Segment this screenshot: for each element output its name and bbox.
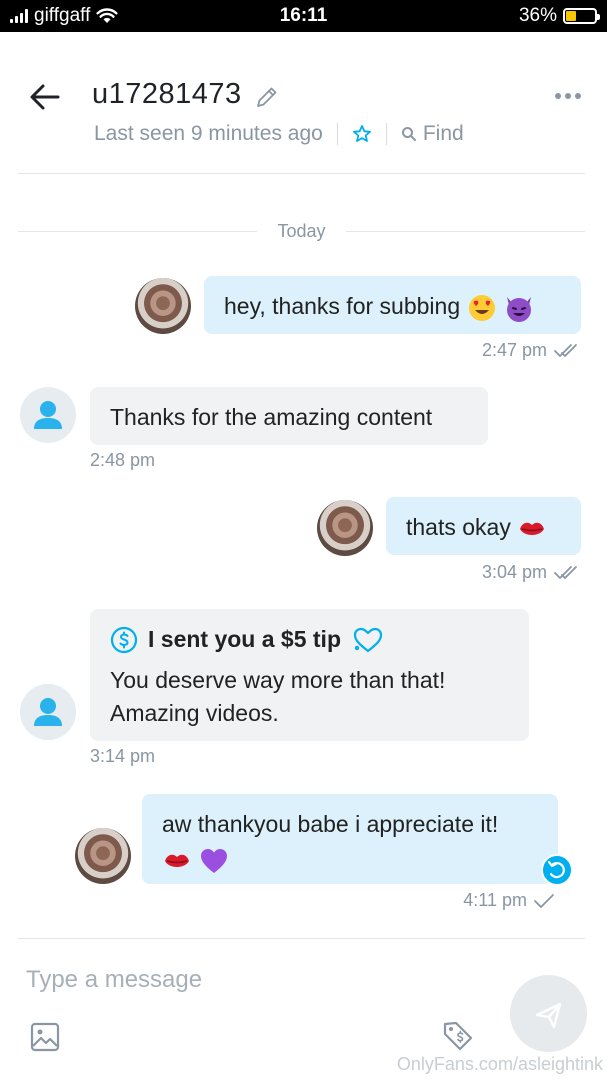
message-time: 3:04 pm [481, 562, 547, 582]
message-meta: 4:11 pm [463, 890, 555, 911]
find-label: Find [422, 122, 464, 145]
message-bubble-outgoing: thats okay [386, 497, 581, 555]
message-meta: 2:47 pm [482, 340, 581, 361]
avatar[interactable] [317, 500, 373, 556]
double-check-icon [554, 565, 577, 579]
double-check-icon [554, 343, 577, 357]
heart-eyes-emoji-icon [468, 294, 495, 321]
chat-username: u17281473 [92, 78, 242, 110]
devil-emoji-icon [506, 296, 531, 322]
emoji-row [162, 843, 538, 876]
default-user-icon [34, 698, 62, 726]
day-separator-label: Today [277, 220, 326, 241]
undo-button[interactable] [541, 854, 573, 886]
battery-percent: 36% [518, 5, 557, 26]
message-bubble-tip: I sent you a $5 tip You deserve way more… [90, 609, 529, 741]
heart-icon [353, 627, 383, 652]
status-bar: giffgaff 16:11 36% [0, 0, 607, 32]
last-seen-status: Last seen 9 minutes ago [94, 122, 323, 145]
kiss-lips-emoji-icon [165, 854, 189, 867]
find-button[interactable]: Find [401, 122, 464, 146]
message-meta: 2:48 pm [90, 450, 155, 471]
send-button[interactable] [510, 975, 587, 1052]
more-dots-icon[interactable] [553, 86, 583, 106]
dollar-icon [110, 626, 138, 653]
message-meta: 3:04 pm [482, 562, 581, 583]
star-icon[interactable] [352, 124, 372, 144]
message-text: thats okay [406, 514, 511, 540]
tip-label: I sent you a $5 tip [148, 626, 341, 652]
pencil-icon[interactable] [254, 84, 280, 110]
kiss-lips-emoji-icon [520, 522, 545, 535]
send-icon [535, 1002, 562, 1029]
tip-header: I sent you a $5 tip [110, 623, 509, 656]
message-bubble-incoming: Thanks for the amazing content [90, 387, 488, 445]
chat-subheader: Last seen 9 minutes ago Find [94, 122, 464, 146]
search-icon [401, 127, 416, 141]
purple-heart-emoji-icon [201, 848, 228, 873]
battery-group: 36% [518, 5, 600, 27]
header-divider [18, 173, 585, 174]
message-text-line: Amazing videos. [110, 700, 279, 726]
battery-icon [563, 8, 600, 24]
clock: 16:11 [279, 5, 328, 26]
message-time: 2:47 pm [481, 340, 547, 360]
message-time: 2:48 pm [90, 450, 156, 470]
day-separator: Today [18, 218, 586, 244]
avatar[interactable] [20, 684, 76, 740]
message-text: Thanks for the amazing content [110, 404, 433, 430]
avatar[interactable] [75, 828, 131, 884]
price-tag-icon[interactable] [442, 1020, 474, 1052]
watermark: OnlyFans.com/asleightink [396, 1054, 603, 1074]
undo-icon [547, 860, 565, 879]
message-input[interactable]: Type a message [26, 966, 202, 994]
single-check-icon [534, 893, 554, 908]
message-text: aw thankyou babe i appreciate it! [162, 811, 499, 837]
composer-divider [18, 938, 585, 939]
message-bubble-outgoing: hey, thanks for subbing [204, 276, 581, 334]
divider [385, 123, 387, 145]
message-meta: 3:14 pm [90, 746, 155, 767]
message-time: 4:11 pm [463, 890, 527, 910]
image-icon[interactable] [30, 1022, 60, 1052]
back-arrow-icon[interactable] [28, 80, 62, 114]
avatar[interactable] [20, 387, 76, 443]
message-bubble-outgoing: aw thankyou babe i appreciate it! [142, 794, 558, 884]
message-text: hey, thanks for subbing [224, 293, 461, 319]
divider [336, 123, 338, 145]
avatar[interactable] [135, 278, 191, 334]
message-time: 3:14 pm [90, 746, 156, 766]
message-text-line: You deserve way more than that! [110, 667, 446, 693]
default-user-icon [34, 401, 62, 429]
